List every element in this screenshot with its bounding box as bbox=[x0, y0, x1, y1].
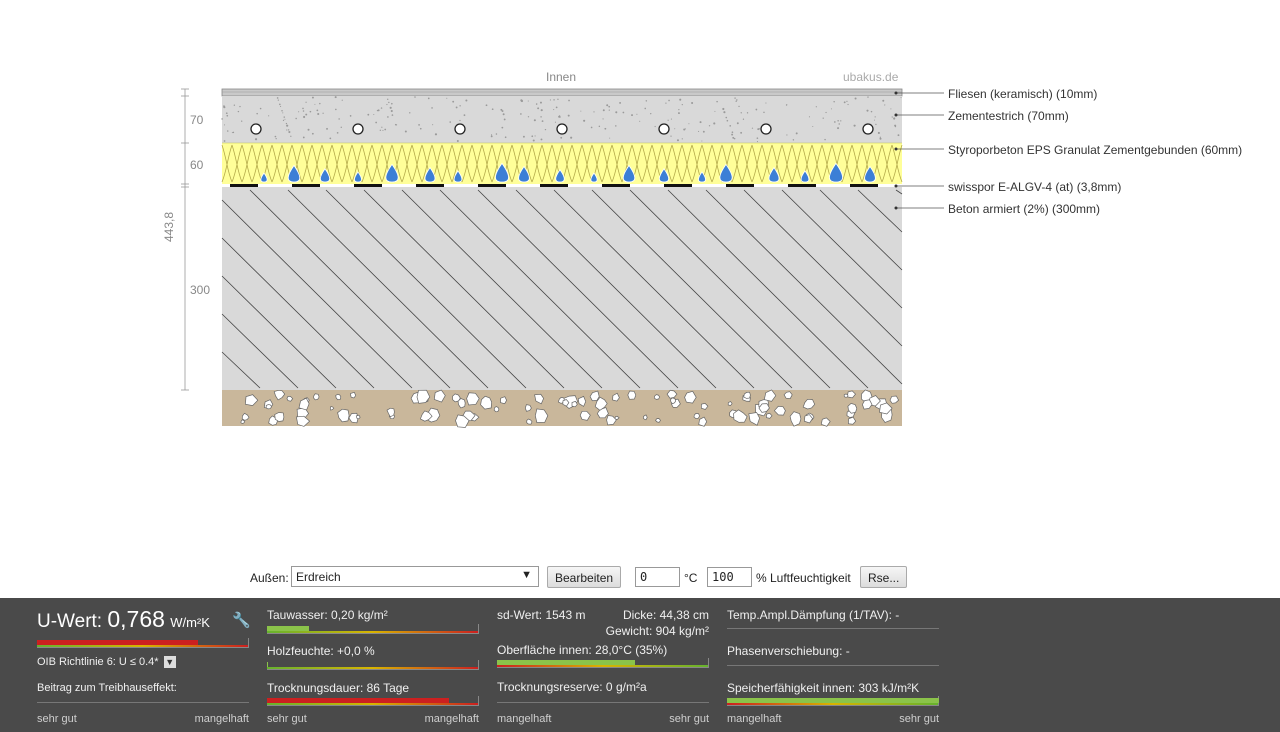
greenhouse-label: Beitrag zum Treibhauseffekt: bbox=[37, 682, 177, 694]
humidity-input[interactable]: 100 bbox=[707, 567, 752, 587]
scale-right: sehr gut bbox=[899, 713, 939, 725]
drying-reserve-label: Trocknungsreserve: 0 g/m²a bbox=[497, 680, 647, 694]
layer-label-concrete[interactable]: Beton armiert (2%) (300mm) bbox=[948, 202, 1100, 216]
heating-pipe bbox=[250, 123, 262, 135]
scale-left: sehr gut bbox=[37, 713, 77, 725]
wood-moisture-bar bbox=[267, 660, 479, 670]
layer-label-tiles[interactable]: Fliesen (keramisch) (10mm) bbox=[948, 87, 1097, 101]
wall-diagram: Innen ubakus.de 70 60 300 443,8 Fliesen … bbox=[0, 0, 1280, 598]
chevron-down-icon: ▼ bbox=[521, 569, 532, 581]
humidity-label: % Luftfeuchtigkeit bbox=[756, 571, 851, 585]
u-value: U-Wert: 0,768 W/m²K bbox=[37, 606, 210, 633]
results-panel: U-Wert: 0,768 W/m²K 🔧 OIB Richtlinie 6: … bbox=[0, 598, 1280, 732]
moisture-column: Tauwasser: 0,20 kg/m² Holzfeuchte: +0,0 … bbox=[267, 598, 479, 732]
wood-moisture-label: Holzfeuchte: +0,0 % bbox=[267, 644, 375, 658]
outside-label: Außen: bbox=[250, 571, 289, 585]
drying-time-label: Trocknungsdauer: 86 Tage bbox=[267, 681, 410, 695]
oib-label[interactable]: OIB Richtlinie 6: U ≤ 0.4* ▼ bbox=[37, 656, 176, 668]
layer-label-eps-concrete[interactable]: Styroporbeton EPS Granulat Zementgebunde… bbox=[948, 143, 1242, 157]
heat-storage-bar bbox=[727, 696, 939, 706]
dropdown-icon[interactable]: ▼ bbox=[163, 656, 176, 668]
heating-pipe bbox=[454, 123, 466, 135]
u-value-bar bbox=[37, 638, 249, 648]
surface-inside-bar bbox=[497, 658, 709, 668]
rse-button[interactable]: Rse... bbox=[860, 566, 908, 588]
heating-pipe bbox=[556, 123, 568, 135]
condensate-bar bbox=[267, 624, 479, 634]
greenhouse-bar bbox=[37, 702, 249, 703]
sd-value: sd-Wert: 1543 m bbox=[497, 608, 586, 622]
scale-right: sehr gut bbox=[669, 713, 709, 725]
edit-button[interactable]: Bearbeiten bbox=[547, 566, 622, 588]
u-unit: W/m²K bbox=[170, 615, 210, 630]
dim-concrete: 300 bbox=[190, 283, 211, 297]
heating-pipe bbox=[760, 123, 772, 135]
layer-label-membrane[interactable]: swisspor E-ALGV-4 (at) (3,8mm) bbox=[948, 180, 1121, 194]
scale-left: mangelhaft bbox=[727, 713, 782, 725]
outside-select[interactable]: Erdreich ▼ bbox=[291, 566, 539, 587]
condensate-label: Tauwasser: 0,20 kg/m² bbox=[267, 608, 388, 622]
heat-storage-label: Speicherfähigkeit innen: 303 kJ/m²K bbox=[727, 681, 920, 695]
wrench-icon[interactable]: 🔧 bbox=[232, 611, 251, 629]
temperature-unit: °C bbox=[684, 571, 698, 585]
scale-left: sehr gut bbox=[267, 713, 307, 725]
u-number: 0,768 bbox=[107, 606, 165, 632]
dim-total: 443,8 bbox=[162, 211, 176, 242]
scale-right: mangelhaft bbox=[424, 713, 479, 725]
dim-screed: 70 bbox=[190, 113, 204, 127]
heating-pipe bbox=[862, 123, 874, 135]
surface-inside-label: Oberfläche innen: 28,0°C (35%) bbox=[497, 643, 668, 657]
phase-shift-label: Phasenverschiebung: - bbox=[727, 644, 850, 658]
watermark: ubakus.de bbox=[843, 70, 899, 84]
layer-tiles bbox=[221, 88, 903, 97]
layer-concrete bbox=[222, 187, 902, 390]
boundary-controls: Außen: Erdreich ▼ Bearbeiten 0 °C 100 % … bbox=[0, 565, 1280, 591]
surface-column: sd-Wert: 1543 m Dicke: 44,38 cm Gewicht:… bbox=[497, 598, 709, 732]
drying-reserve-bar bbox=[497, 702, 709, 703]
weight-value: Gewicht: 904 kg/m² bbox=[605, 624, 709, 638]
u-value-column: U-Wert: 0,768 W/m²K 🔧 OIB Richtlinie 6: … bbox=[37, 598, 251, 732]
scale-right: mangelhaft bbox=[194, 713, 249, 725]
outside-select-value: Erdreich bbox=[296, 570, 341, 584]
thickness-value: Dicke: 44,38 cm bbox=[622, 608, 709, 622]
layer-screed bbox=[222, 96, 902, 143]
heating-pipe bbox=[658, 123, 670, 135]
heating-pipe bbox=[352, 123, 364, 135]
phase-shift-bar bbox=[727, 665, 939, 666]
temperature-input[interactable]: 0 bbox=[635, 567, 680, 587]
inside-label: Innen bbox=[546, 70, 577, 84]
scale-left: mangelhaft bbox=[497, 713, 552, 725]
thermal-column: Temp.Ampl.Dämpfung (1/TAV): - Phasenvers… bbox=[727, 598, 939, 732]
temp-amplitude-label: Temp.Ampl.Dämpfung (1/TAV): - bbox=[727, 608, 900, 622]
dim-eps: 60 bbox=[190, 158, 204, 172]
u-label: U-Wert: bbox=[37, 611, 103, 632]
drying-time-bar bbox=[267, 696, 479, 706]
layer-label-screed[interactable]: Zementestrich (70mm) bbox=[948, 109, 1069, 123]
temp-amplitude-bar bbox=[727, 628, 939, 629]
